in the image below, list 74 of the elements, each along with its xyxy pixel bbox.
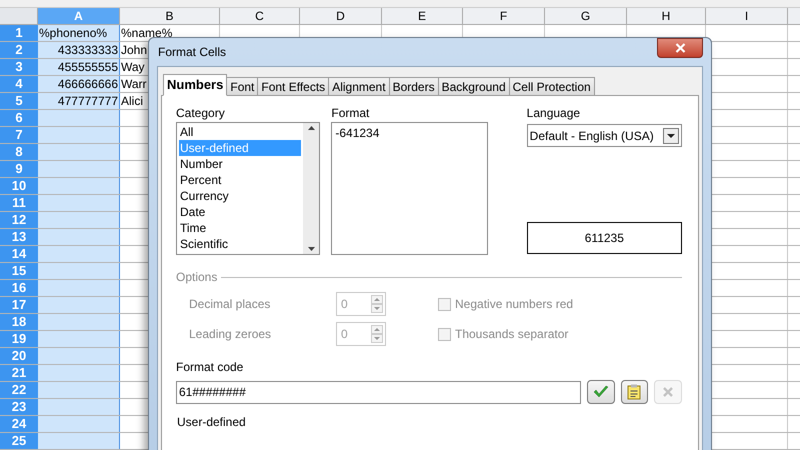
list-item[interactable]: Currency (179, 188, 302, 204)
spinner-label: Leading zeroes (189, 326, 272, 343)
table-cell[interactable] (38, 314, 120, 330)
corner-cell[interactable] (0, 8, 38, 24)
checkmark-icon (592, 385, 609, 399)
column-header[interactable]: I (706, 8, 788, 24)
description-text: User-defined (176, 414, 247, 431)
table-cell[interactable] (38, 348, 120, 364)
column-header[interactable]: C (220, 8, 300, 24)
table-cell[interactable] (38, 246, 120, 262)
list-item[interactable]: All (179, 124, 302, 140)
scrollbar[interactable] (303, 123, 320, 254)
table-cell[interactable] (38, 399, 120, 415)
format-code-label: Format code (176, 359, 244, 376)
spin-arrows-icon (371, 325, 383, 343)
category-label: Category (176, 105, 226, 122)
format-code-field[interactable]: 61######## (176, 380, 581, 404)
close-icon (674, 43, 686, 53)
table-cell[interactable] (38, 280, 120, 296)
table-cell[interactable] (38, 144, 120, 160)
accept-button[interactable] (586, 380, 615, 404)
window-title: Format Cells (158, 44, 226, 61)
table-cell[interactable] (38, 178, 120, 194)
tab[interactable]: Borders (388, 77, 439, 96)
list-item[interactable]: -641234 (335, 124, 484, 142)
tab[interactable]: Font Effects (257, 77, 330, 96)
list-item[interactable]: Time (179, 220, 302, 236)
column-header[interactable]: H (627, 8, 706, 24)
list-item[interactable]: Scientific (179, 236, 302, 252)
comment-button[interactable] (620, 380, 648, 404)
spinner-label: Decimal places (189, 296, 272, 313)
column-header[interactable]: D (300, 8, 382, 24)
table-cell[interactable]: 477777777 (38, 93, 120, 109)
table-cell[interactable]: 466666666 (38, 76, 120, 92)
table-cell[interactable] (38, 365, 120, 381)
column-header[interactable]: B (120, 8, 220, 24)
format-list[interactable]: -641234 (331, 122, 488, 255)
list-item[interactable]: Percent (179, 172, 302, 188)
note-icon (627, 384, 642, 400)
table-cell[interactable] (38, 161, 120, 177)
up-arrow-icon (308, 126, 315, 130)
table-cell[interactable] (38, 229, 120, 245)
table-cell[interactable] (38, 195, 120, 211)
format-label: Format (331, 105, 370, 122)
preview-box: 611235 (526, 222, 682, 254)
table-cell[interactable] (38, 331, 120, 347)
table-cell[interactable] (38, 416, 120, 432)
language-dropdown[interactable]: Default - English (USA) (526, 124, 682, 147)
list-item[interactable]: Date (179, 204, 302, 220)
column-header[interactable]: F (463, 8, 545, 24)
tab[interactable]: Cell Protection (508, 77, 595, 96)
category-list[interactable]: All User-defined Number Percent Currency Date Time Scientific (176, 122, 320, 255)
tab[interactable]: Numbers (163, 74, 228, 96)
list-item[interactable]: Number (179, 156, 302, 172)
column-header[interactable]: E (382, 8, 463, 24)
table-cell[interactable] (38, 212, 120, 228)
column-header[interactable]: G (545, 8, 627, 24)
close-icon (662, 386, 674, 398)
options-label: Options (176, 269, 218, 286)
tab[interactable]: Background (438, 77, 510, 96)
table-cell[interactable] (38, 110, 120, 126)
spin-arrows-icon (371, 295, 383, 313)
language-label: Language (526, 105, 582, 122)
table-cell[interactable]: 433333333 (38, 42, 120, 58)
table-cell[interactable] (38, 127, 120, 143)
tab[interactable]: Alignment (328, 77, 390, 96)
down-arrow-icon (308, 247, 315, 251)
close-button[interactable] (657, 38, 703, 58)
table-cell[interactable]: 455555555 (38, 59, 120, 75)
table-cell[interactable] (38, 297, 120, 313)
table-cell[interactable]: %phoneno% (38, 25, 120, 41)
table-cell[interactable] (38, 263, 120, 279)
table-cell[interactable] (38, 382, 120, 398)
table-cell[interactable] (38, 433, 120, 449)
